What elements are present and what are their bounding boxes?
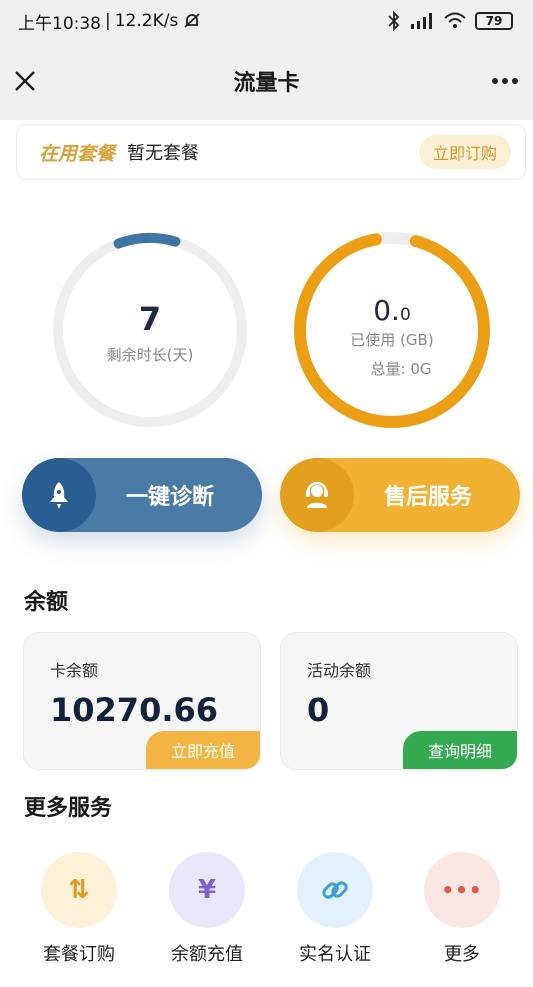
balance-section-title: 余额 [24,590,69,615]
service-item-label: 余额充值 [171,944,243,965]
signal-icon [411,13,432,29]
service-item-plan-order[interactable]: ⇅ 套餐订购 [24,852,134,966]
view-details-button[interactable]: 查询明细 [403,731,517,769]
close-icon[interactable] [6,62,44,100]
more-dots-icon: ••• [424,852,500,928]
data-used-decimal: 0 [399,305,411,325]
service-item-real-name[interactable]: 实名认证 [280,852,390,966]
wifi-icon [444,12,466,28]
mute-bell-icon [184,13,200,28]
data-total-label: 总量: 0G [370,360,432,378]
activity-balance-label: 活动余额 [307,661,372,680]
battery-icon: 79 [475,12,513,30]
data-used-label: 已使用 (GB) [350,331,434,349]
plan-order-icon: ⇅ [41,852,117,928]
battery-level: 79 [485,14,503,28]
service-item-label: 套餐订购 [43,944,115,965]
card-balance-card: 卡余额 10270.66 立即充值 [23,632,261,770]
customer-service-icon [306,481,328,508]
activity-balance-card: 活动余额 0 查询明细 [280,632,518,770]
status-bar: 上午10:38 | 12.2K/s 79 [0,0,533,42]
service-label: 售后服务 [383,485,472,510]
page-title: 流量卡 [233,71,300,96]
more-services-title: 更多服务 [24,796,113,821]
yen-icon: ¥ [169,852,245,928]
data-usage-ring: 0.0 已使用 (GB) 总量: 0G [292,230,492,430]
bluetooth-icon [388,11,400,31]
current-plan-card: 在用套餐 暂无套餐 立即订购 [16,124,526,180]
more-menu-icon[interactable] [485,64,525,98]
nav-bar: 流量卡 [0,42,533,120]
plan-value: 暂无套餐 [127,143,200,164]
service-item-more[interactable]: ••• 更多 [407,852,517,966]
remaining-days-label: 剩余时长(天) [106,346,194,364]
one-click-diagnose-button[interactable]: 一键诊断 [22,458,262,532]
plan-label: 在用套餐 [39,142,116,165]
diagnose-label: 一键诊断 [125,485,214,510]
recharge-now-button[interactable]: 立即充值 [146,731,260,769]
network-speed: 12.2K/s [114,11,179,31]
link-icon [297,852,373,928]
rocket-icon [50,482,68,509]
remaining-days-value: 7 [138,300,162,338]
status-time: 上午10:38 [18,13,101,34]
service-item-label: 实名认证 [299,944,371,965]
after-sales-service-button[interactable]: 售后服务 [280,458,520,532]
activity-balance-amount: 0 [307,691,330,729]
data-used-value: 0. [373,294,400,327]
card-balance-label: 卡余额 [50,661,99,680]
service-item-recharge[interactable]: ¥ 余额充值 [152,852,262,966]
order-now-button[interactable]: 立即订购 [419,135,511,169]
card-balance-amount: 10270.66 [50,691,219,729]
service-item-label: 更多 [444,944,480,965]
remaining-days-ring: 7 剩余时长(天) [50,230,250,430]
